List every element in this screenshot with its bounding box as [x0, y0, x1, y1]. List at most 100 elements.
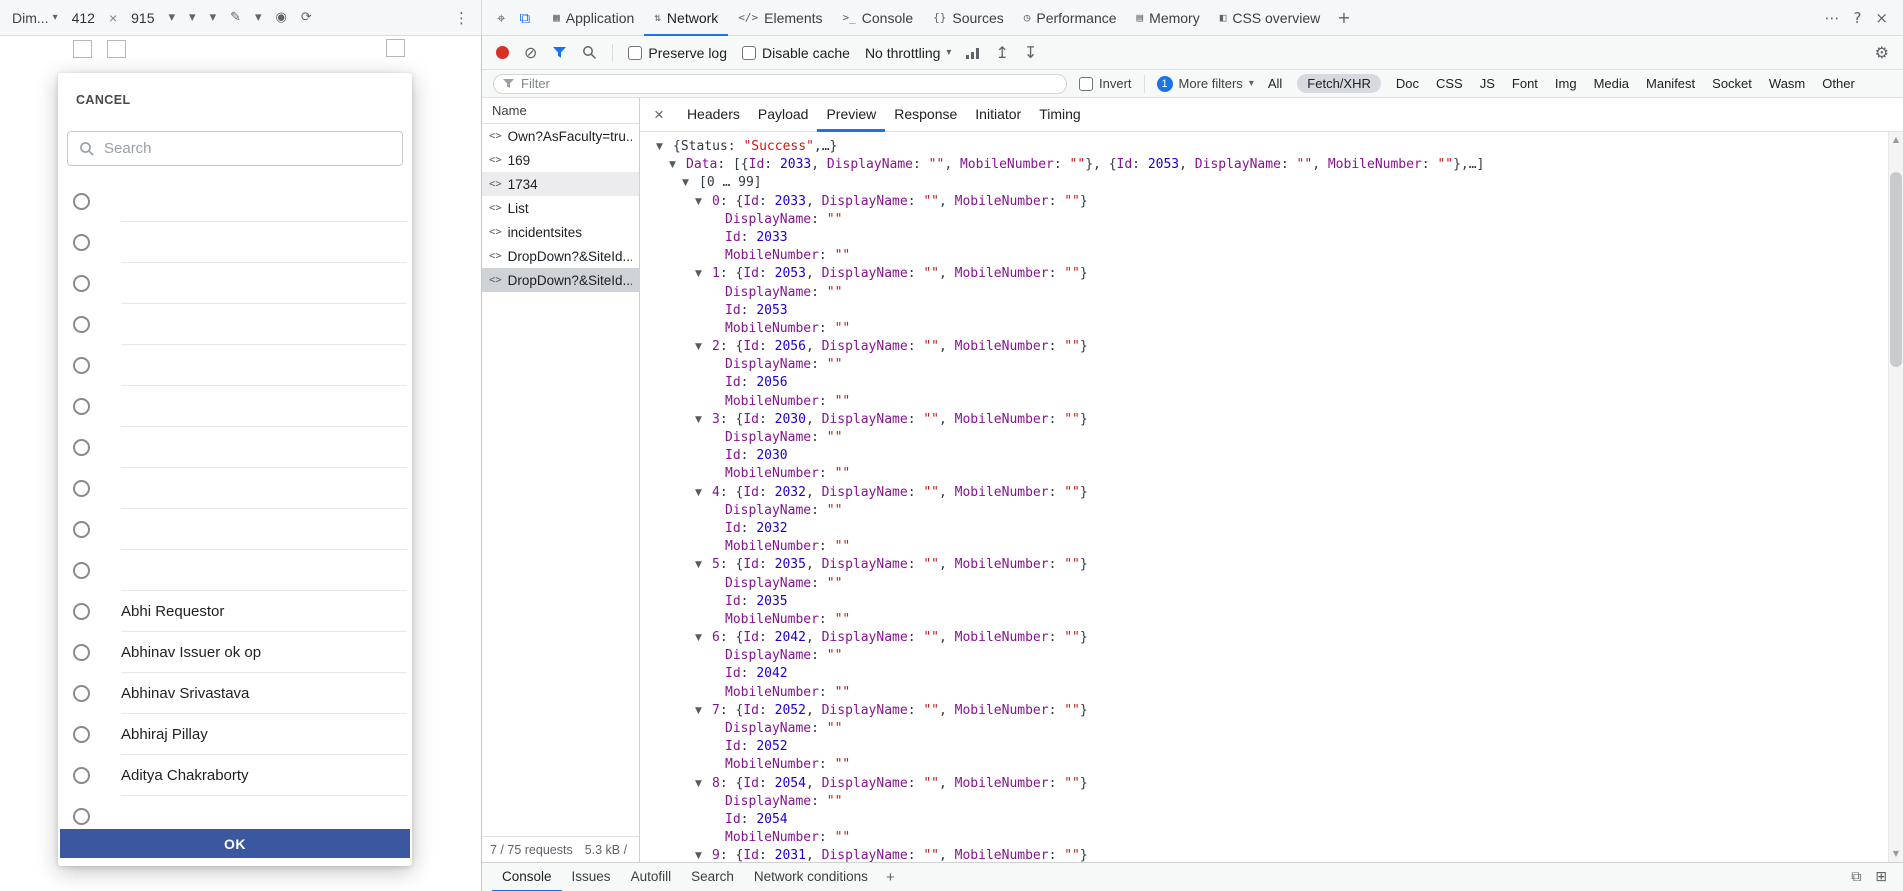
cancel-button[interactable]: CANCEL — [76, 93, 130, 107]
person-row[interactable]: Aditya Chakraborty — [58, 755, 412, 796]
drawer-tab-network-conditions[interactable]: Network conditions — [744, 863, 878, 891]
tree-expand-marker[interactable]: ▼ — [669, 156, 686, 174]
drawer-more-tools-icon[interactable]: + — [878, 869, 903, 886]
export-har-icon[interactable]: ↥ — [995, 45, 1008, 61]
panel-layout-icon[interactable]: ⧉ — [1851, 869, 1861, 885]
tab-network[interactable]: ⇅Network — [644, 0, 728, 36]
filter-chip[interactable]: Font — [1510, 74, 1540, 93]
network-search-icon[interactable] — [582, 45, 597, 60]
filter-chip[interactable]: CSS — [1434, 74, 1465, 93]
tree-line[interactable]: ▼{Status: "Success",…} — [656, 138, 1888, 156]
person-row[interactable] — [58, 345, 412, 386]
network-conditions-icon[interactable] — [966, 47, 980, 59]
person-row[interactable] — [58, 263, 412, 304]
tab-headers[interactable]: Headers — [678, 98, 749, 132]
rotate-device-icon[interactable]: ⟳ — [301, 10, 312, 25]
radio-button[interactable] — [73, 562, 90, 579]
tree-expand-marker[interactable]: ▼ — [695, 265, 712, 283]
tree-line[interactable]: ▼7: {Id: 2052, DisplayName: "", MobileNu… — [656, 702, 1888, 720]
filter-chip[interactable]: Socket — [1710, 74, 1754, 93]
request-row[interactable]: <>DropDown?&SiteId... — [482, 268, 639, 292]
dpr-dropdown-icon[interactable]: ▾ — [189, 10, 196, 25]
person-row[interactable] — [58, 222, 412, 263]
page-checkbox[interactable] — [386, 39, 405, 57]
record-button[interactable] — [496, 46, 509, 59]
zoom-dropdown-icon[interactable]: ▾ — [169, 10, 176, 25]
tree-line[interactable]: ▼0: {Id: 2033, DisplayName: "", MobileNu… — [656, 193, 1888, 211]
more-filters-button[interactable]: 1 More filters ▾ — [1157, 76, 1254, 92]
scroll-up-icon[interactable]: ▲ — [1889, 132, 1903, 148]
filter-chip[interactable]: All — [1266, 74, 1284, 93]
drawer-tab-console[interactable]: Console — [492, 863, 562, 891]
device-type-dropdown-icon[interactable]: ▾ — [210, 10, 217, 25]
radio-button[interactable] — [73, 193, 90, 210]
dimensions-dropdown[interactable]: Dim... ▾ — [12, 10, 58, 26]
tab-performance[interactable]: ◷Performance — [1014, 0, 1127, 36]
tree-expand-marker[interactable]: ▼ — [695, 338, 712, 356]
device-height-field[interactable]: 915 — [131, 10, 154, 26]
tree-expand-marker[interactable]: ▼ — [695, 484, 712, 502]
radio-button[interactable] — [73, 521, 90, 538]
tree-line[interactable]: ▼9: {Id: 2031, DisplayName: "", MobileNu… — [656, 847, 1888, 862]
radio-button[interactable] — [73, 398, 90, 415]
tab-sources[interactable]: {}Sources — [923, 0, 1014, 36]
drawer-tab-issues[interactable]: Issues — [562, 863, 621, 891]
person-row[interactable]: Abhinav Srivastava — [58, 673, 412, 714]
help-icon[interactable]: ? — [1846, 9, 1868, 27]
close-devtools-icon[interactable]: × — [1868, 9, 1895, 27]
person-row[interactable] — [58, 509, 412, 550]
tree-line[interactable]: ▼4: {Id: 2032, DisplayName: "", MobileNu… — [656, 484, 1888, 502]
radio-button[interactable] — [73, 767, 90, 784]
tree-expand-marker[interactable]: ▼ — [695, 847, 712, 862]
person-row[interactable]: Abhinav Issuer ok op — [58, 632, 412, 673]
person-row[interactable] — [58, 386, 412, 427]
person-row[interactable]: Abhiraj Pillay — [58, 714, 412, 755]
person-row[interactable] — [58, 550, 412, 591]
tree-expand-marker[interactable]: ▼ — [682, 174, 699, 192]
edit-pencil-icon[interactable]: ✎ — [230, 10, 241, 25]
tree-line[interactable]: ▼5: {Id: 2035, DisplayName: "", MobileNu… — [656, 556, 1888, 574]
tree-line[interactable]: ▼Data: [{Id: 2033, DisplayName: "", Mobi… — [656, 156, 1888, 174]
radio-button[interactable] — [73, 480, 90, 497]
tab-console[interactable]: >_Console — [833, 0, 924, 36]
search-input[interactable] — [104, 140, 391, 157]
filter-chip[interactable]: Img — [1553, 74, 1579, 93]
page-checkbox[interactable] — [107, 40, 126, 58]
clear-network-log-icon[interactable]: ⊘ — [524, 45, 537, 61]
tree-expand-marker[interactable]: ▼ — [695, 193, 712, 211]
filter-chip[interactable]: Manifest — [1644, 74, 1697, 93]
radio-button[interactable] — [73, 234, 90, 251]
tab-application[interactable]: ▦Application — [543, 0, 644, 36]
tree-expand-marker[interactable]: ▼ — [695, 702, 712, 720]
tab-payload[interactable]: Payload — [749, 98, 818, 132]
expand-panel-icon[interactable]: ⊞ — [1875, 869, 1887, 885]
drawer-tab-autofill[interactable]: Autofill — [621, 863, 682, 891]
filter-chip[interactable]: Wasm — [1767, 74, 1807, 93]
import-har-icon[interactable]: ↧ — [1024, 45, 1037, 61]
radio-button[interactable] — [73, 644, 90, 661]
device-toolbar-more-icon[interactable]: ⋮ — [454, 9, 469, 27]
request-row[interactable]: <>Own?AsFaculty=tru... — [482, 124, 639, 148]
device-width-field[interactable]: 412 — [72, 10, 95, 26]
tree-line[interactable]: ▼2: {Id: 2056, DisplayName: "", MobileNu… — [656, 338, 1888, 356]
throttling-select[interactable]: No throttling ▾ — [865, 45, 952, 61]
person-row[interactable] — [58, 468, 412, 509]
tree-line[interactable]: ▼3: {Id: 2030, DisplayName: "", MobileNu… — [656, 411, 1888, 429]
filter-input[interactable]: Filter — [493, 74, 1067, 94]
radio-button[interactable] — [73, 603, 90, 620]
filter-funnel-icon[interactable] — [552, 46, 567, 59]
radio-button[interactable] — [73, 439, 90, 456]
request-row[interactable]: <>DropDown?&SiteId... — [482, 244, 639, 268]
tree-expand-marker[interactable]: ▼ — [695, 556, 712, 574]
eye-icon[interactable]: ◉ — [276, 10, 287, 25]
disable-cache-checkbox[interactable]: Disable cache — [742, 45, 850, 61]
name-column-header[interactable]: Name — [482, 98, 639, 124]
tree-line[interactable]: ▼8: {Id: 2054, DisplayName: "", MobileNu… — [656, 775, 1888, 793]
tab-elements[interactable]: </>Elements — [728, 0, 832, 36]
tab-initiator[interactable]: Initiator — [966, 98, 1030, 132]
radio-button[interactable] — [73, 357, 90, 374]
tree-expand-marker[interactable]: ▼ — [695, 775, 712, 793]
person-row[interactable]: Abhi Requestor — [58, 591, 412, 632]
request-row[interactable]: <>incidentsites — [482, 220, 639, 244]
radio-button[interactable] — [73, 808, 90, 825]
